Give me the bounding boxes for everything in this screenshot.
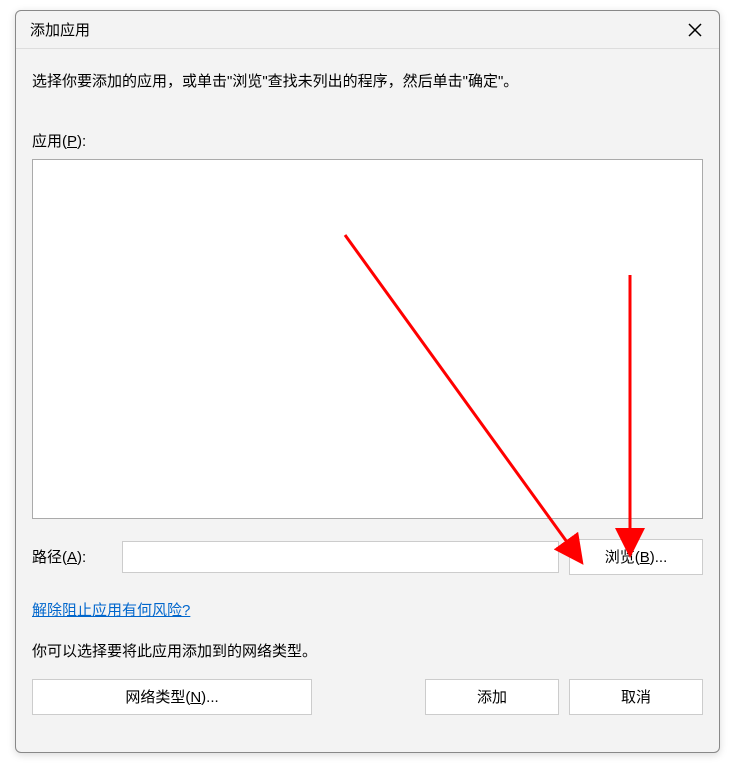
- close-icon: [688, 23, 702, 37]
- path-row: 路径(A): 浏览(B)...: [32, 539, 703, 575]
- instruction-text: 选择你要添加的应用，或单击"浏览"查找未列出的程序，然后单击"确定"。: [32, 71, 703, 94]
- network-type-text: 你可以选择要将此应用添加到的网络类型。: [32, 640, 703, 661]
- button-row: 网络类型(N)... 添加 取消: [32, 679, 703, 715]
- add-button[interactable]: 添加: [425, 679, 559, 715]
- path-label: 路径(A):: [32, 546, 112, 567]
- dialog-content: 选择你要添加的应用，或单击"浏览"查找未列出的程序，然后单击"确定"。 应用(P…: [16, 49, 719, 731]
- close-button[interactable]: [681, 16, 709, 44]
- cancel-button[interactable]: 取消: [569, 679, 703, 715]
- titlebar: 添加应用: [16, 11, 719, 49]
- network-type-button[interactable]: 网络类型(N)...: [32, 679, 312, 715]
- add-app-dialog: 添加应用 选择你要添加的应用，或单击"浏览"查找未列出的程序，然后单击"确定"。…: [15, 10, 720, 753]
- dialog-title: 添加应用: [30, 19, 90, 40]
- apps-label: 应用(P):: [32, 130, 703, 151]
- apps-listbox[interactable]: [32, 159, 703, 519]
- path-input[interactable]: [122, 541, 559, 573]
- browse-button[interactable]: 浏览(B)...: [569, 539, 703, 575]
- risk-link[interactable]: 解除阻止应用有何风险?: [32, 599, 190, 620]
